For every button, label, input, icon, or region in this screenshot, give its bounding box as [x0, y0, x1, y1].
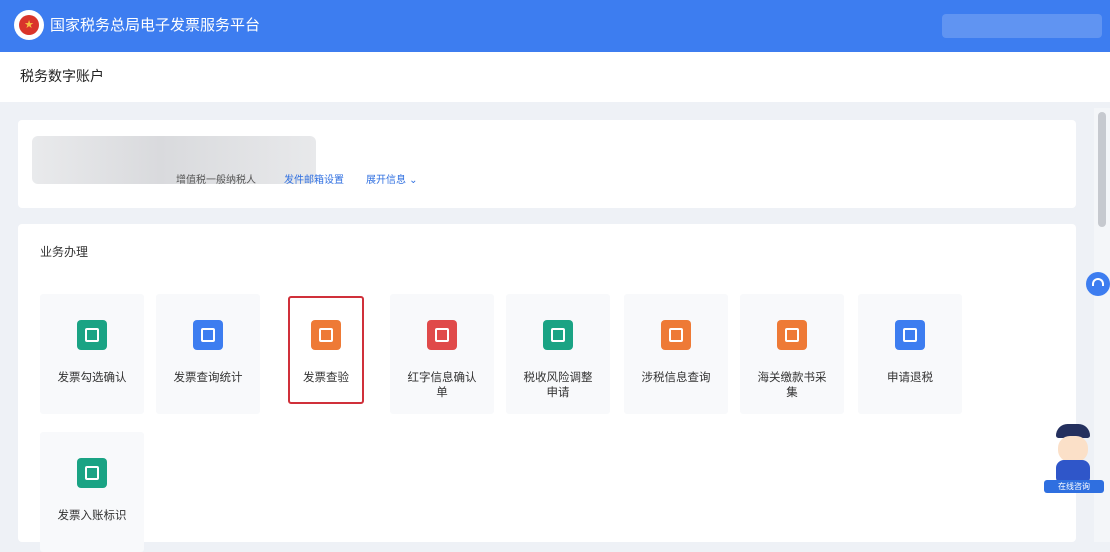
tax-emblem-logo: ★	[14, 10, 44, 40]
tile-label: 红字信息确认单	[407, 370, 477, 399]
tile-label: 发票查询统计	[173, 370, 243, 384]
company-name-blurred	[32, 136, 316, 184]
entry-mark-icon	[77, 458, 107, 488]
section-title: 业务办理	[40, 245, 89, 259]
tile-invoice-verify[interactable]: 发票查验	[288, 296, 364, 404]
breadcrumb-bar: 税务数字账户	[0, 52, 1110, 102]
headset-support-button[interactable]	[1086, 272, 1110, 296]
business-card: 业务办理 发票勾选确认 发票查询统计 发票查验 红字信息确认单 税收风险调整申请…	[18, 224, 1076, 552]
tile-red-letter-confirm[interactable]: 红字信息确认单	[390, 294, 494, 414]
online-consult-mascot[interactable]: 在线咨询	[1044, 424, 1104, 493]
tile-label: 发票入账标识	[57, 508, 127, 522]
tile-customs-collect[interactable]: 海关缴款书采集	[740, 294, 844, 414]
tile-label: 发票查验	[303, 370, 349, 384]
scrollbar-thumb[interactable]	[1098, 112, 1106, 227]
platform-title: 国家税务总局电子发票服务平台	[50, 16, 261, 34]
refund-icon	[895, 320, 925, 350]
account-card: 增值税一般纳税人 发件邮箱设置 展开信息 ⌄	[18, 120, 1076, 208]
verify-icon	[311, 320, 341, 350]
tile-invoice-query-stats[interactable]: 发票查询统计	[156, 294, 260, 414]
top-header: ★ 国家税务总局电子发票服务平台	[0, 0, 1110, 52]
tile-label: 涉税信息查询	[641, 370, 711, 384]
tax-info-icon	[661, 320, 691, 350]
red-letter-icon	[427, 320, 457, 350]
mail-settings-link[interactable]: 发件邮箱设置	[284, 175, 344, 187]
tile-label: 海关缴款书采集	[757, 370, 827, 399]
tile-tax-info-query[interactable]: 涉税信息查询	[624, 294, 728, 414]
page-title: 税务数字账户	[20, 69, 104, 85]
customs-icon	[777, 320, 807, 350]
expand-info-link[interactable]: 展开信息 ⌄	[366, 175, 418, 187]
tile-label: 税收风险调整申请	[523, 370, 593, 399]
adjust-apply-icon	[543, 320, 573, 350]
tile-invoice-entry-mark[interactable]: 发票入账标识	[40, 432, 144, 552]
query-stats-icon	[193, 320, 223, 350]
tile-label: 申请退税	[887, 370, 933, 384]
tile-label: 发票勾选确认	[57, 370, 127, 384]
user-area-blurred[interactable]	[942, 14, 1102, 38]
headset-icon	[1092, 278, 1104, 286]
check-confirm-icon	[77, 320, 107, 350]
taxpayer-type: 增值税一般纳税人	[176, 175, 256, 186]
mascot-label: 在线咨询	[1044, 480, 1104, 493]
tile-apply-refund[interactable]: 申请退税	[858, 294, 962, 414]
tile-risk-adjust-apply[interactable]: 税收风险调整申请	[506, 294, 610, 414]
tile-invoice-check-confirm[interactable]: 发票勾选确认	[40, 294, 144, 414]
